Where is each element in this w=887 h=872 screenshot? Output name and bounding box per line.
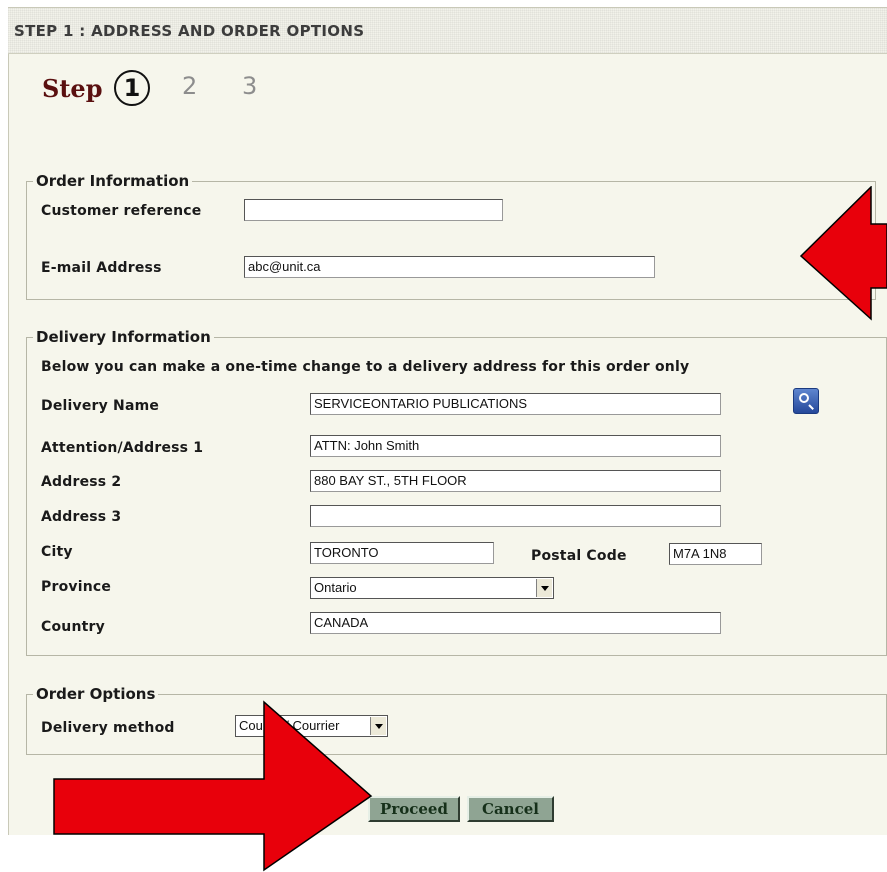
chevron-down-icon[interactable] bbox=[536, 579, 552, 597]
delivery-name-label: Delivery Name bbox=[41, 398, 160, 414]
order-information-legend: Order Information bbox=[36, 172, 190, 190]
postal-code-label: Postal Code bbox=[531, 548, 627, 564]
current-step: 1 bbox=[114, 70, 150, 106]
postal-code-input[interactable]: M7A 1N8 bbox=[669, 543, 762, 565]
address3-label: Address 3 bbox=[41, 509, 122, 525]
customer-reference-input[interactable] bbox=[244, 199, 503, 221]
province-label: Province bbox=[41, 579, 112, 595]
province-select[interactable]: Ontario bbox=[310, 577, 554, 599]
title-bar: STEP 1 : ADDRESS AND ORDER OPTIONS bbox=[8, 8, 887, 54]
delivery-name-input[interactable]: SERVICEONTARIO PUBLICATIONS bbox=[310, 393, 721, 415]
email-input[interactable]: abc@unit.ca bbox=[244, 256, 655, 278]
address2-input[interactable]: 880 BAY ST., 5TH FLOOR bbox=[310, 470, 721, 492]
address1-label: Attention/Address 1 bbox=[41, 440, 204, 456]
delivery-information-legend: Delivery Information bbox=[36, 328, 211, 346]
address1-input[interactable]: ATTN: John Smith bbox=[310, 435, 721, 457]
country-input[interactable]: CANADA bbox=[310, 612, 721, 634]
page-title: STEP 1 : ADDRESS AND ORDER OPTIONS bbox=[14, 22, 365, 40]
email-label: E-mail Address bbox=[41, 260, 162, 276]
order-information-group: Order Information bbox=[26, 172, 876, 300]
address2-label: Address 2 bbox=[41, 474, 122, 490]
delivery-note: Below you can make a one-time change to … bbox=[41, 359, 690, 375]
city-input[interactable]: TORONTO bbox=[310, 542, 494, 564]
delivery-information-group: Delivery Information bbox=[26, 328, 887, 656]
proceed-button[interactable]: Proceed bbox=[368, 796, 460, 822]
customer-reference-label: Customer reference bbox=[41, 203, 202, 219]
right-arrow-icon bbox=[53, 700, 373, 872]
cancel-button[interactable]: Cancel bbox=[467, 796, 554, 822]
left-arrow-icon bbox=[800, 186, 887, 321]
country-label: Country bbox=[41, 619, 105, 635]
address3-input[interactable] bbox=[310, 505, 721, 527]
step-3: 3 bbox=[242, 72, 258, 100]
city-label: City bbox=[41, 544, 73, 560]
step-2: 2 bbox=[182, 72, 198, 100]
magnifier-icon[interactable] bbox=[793, 388, 819, 414]
step-label: Step bbox=[42, 74, 103, 103]
province-value: Ontario bbox=[314, 580, 357, 595]
